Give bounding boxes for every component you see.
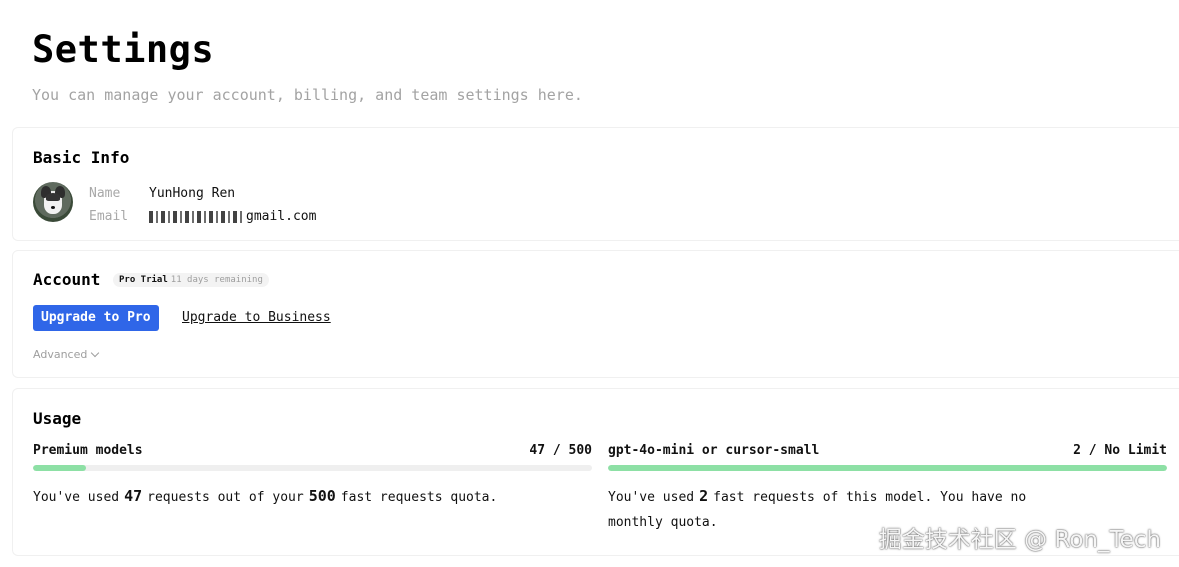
trial-remaining: 11 days remaining <box>170 275 263 285</box>
advanced-label: Advanced <box>33 348 88 361</box>
account-card: Account Pro Trial 11 days remaining Upgra… <box>12 250 1179 378</box>
name-value: YunHong Ren <box>149 186 236 201</box>
premium-models-label: Premium models <box>33 443 143 458</box>
trial-badge: Pro Trial 11 days remaining <box>113 273 269 287</box>
upgrade-to-business-link[interactable]: Upgrade to Business <box>182 310 331 325</box>
advanced-toggle[interactable]: Advanced <box>33 348 100 361</box>
mini-progress-fill <box>608 465 1167 471</box>
premium-usage-ratio: 47 / 500 <box>529 443 592 458</box>
user-info: Name YunHong Ren Email gmail.com <box>89 182 316 228</box>
watermark: 掘金技术社区 @ Ron_Tech <box>878 527 1161 553</box>
premium-usage-description: You've used 47 requests out of your 500 fast… <box>33 487 498 505</box>
chevron-down-icon <box>91 348 100 358</box>
account-title: Account <box>33 270 101 289</box>
redacted-mosaic <box>149 210 245 223</box>
upgrade-to-pro-button[interactable]: Upgrade to Pro <box>33 305 159 331</box>
page-title: Settings <box>32 28 215 71</box>
premium-quota: 500 <box>308 487 336 505</box>
avatar <box>33 182 73 222</box>
email-label: Email <box>89 209 129 224</box>
page-subtitle: You can manage your account, billing, an… <box>32 86 583 104</box>
premium-used-count: 47 <box>124 487 143 505</box>
email-value: gmail.com <box>149 205 316 228</box>
premium-progress-fill <box>33 465 86 471</box>
email-suffix: gmail.com <box>246 209 317 224</box>
premium-usage-meter: Premium models 47 / 500 You've used 47 req… <box>33 443 592 510</box>
plan-name: Pro Trial <box>119 275 168 285</box>
mini-progress-track <box>608 465 1167 471</box>
mini-used-count: 2 <box>699 487 709 505</box>
usage-title: Usage <box>33 409 82 428</box>
mini-usage-ratio: 2 / No Limit <box>1073 443 1167 458</box>
premium-progress-track <box>33 465 592 471</box>
name-label: Name <box>89 186 121 201</box>
basic-info-card: Basic Info Name YunHong Ren Email gmail.… <box>12 127 1179 241</box>
basic-info-title: Basic Info <box>33 148 130 167</box>
page-header: Settings You can manage your account, bi… <box>32 28 583 104</box>
mini-models-label: gpt-4o-mini or cursor-small <box>608 443 820 458</box>
